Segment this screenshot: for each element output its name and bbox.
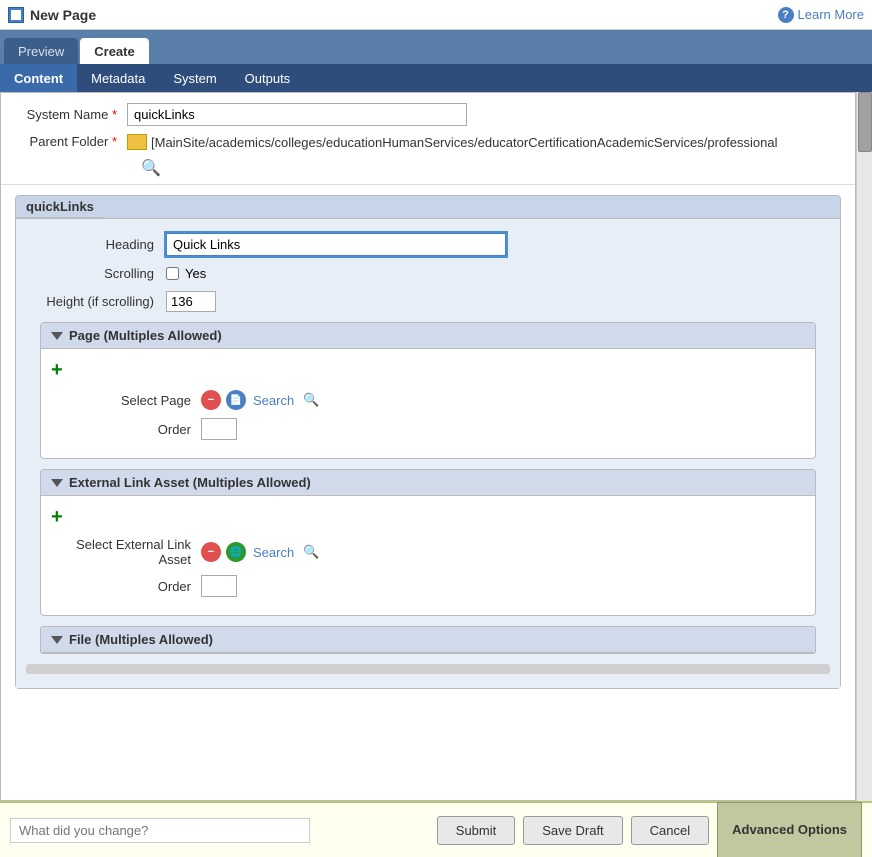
quicklinks-panel: quickLinks Heading Scrolling Yes Height … <box>15 195 841 689</box>
folder-icon <box>127 134 147 150</box>
parent-folder-row: Parent Folder * [MainSite/academics/coll… <box>17 134 839 150</box>
file-multiples-title: File (Multiples Allowed) <box>69 632 213 647</box>
parent-folder-label: Parent Folder * <box>17 134 127 149</box>
scrollbar-thumb[interactable] <box>858 92 872 152</box>
sub-tab-outputs[interactable]: Outputs <box>231 64 305 92</box>
folder-search-icon[interactable]: 🔍 <box>141 158 157 174</box>
page-search-icon[interactable]: 🔍 <box>302 391 320 409</box>
system-name-label: System Name * <box>17 107 127 122</box>
remove-page-button[interactable]: − <box>201 390 221 410</box>
heading-row: Heading <box>26 233 830 256</box>
bottom-bar: Submit Save Draft Cancel Advanced Option… <box>0 801 872 857</box>
page-multiples-title: Page (Multiples Allowed) <box>69 328 222 343</box>
tab-create[interactable]: Create <box>80 38 148 64</box>
spacer <box>1 699 855 719</box>
submit-button[interactable]: Submit <box>437 816 515 845</box>
advanced-options-button[interactable]: Advanced Options <box>717 802 862 857</box>
page-multiples-header[interactable]: Page (Multiples Allowed) <box>41 323 815 349</box>
search-page-link[interactable]: Search <box>253 393 294 408</box>
sub-tab-content[interactable]: Content <box>0 64 77 92</box>
title-bar-left: New Page <box>8 7 96 23</box>
system-name-input[interactable] <box>127 103 467 126</box>
select-page-label: Select Page <box>51 393 201 408</box>
select-external-label: Select External Link Asset <box>51 537 201 567</box>
folder-path: [MainSite/academics/colleges/educationHu… <box>151 135 777 150</box>
parent-folder-value: [MainSite/academics/colleges/educationHu… <box>127 134 777 150</box>
panel-title: quickLinks <box>16 196 104 218</box>
page-order-input[interactable] <box>201 418 237 440</box>
external-order-input[interactable] <box>201 575 237 597</box>
external-order-row: Order <box>51 575 805 597</box>
page-order-row: Order <box>51 418 805 440</box>
system-name-row: System Name * <box>17 103 839 126</box>
save-draft-button[interactable]: Save Draft <box>523 816 622 845</box>
external-link-header[interactable]: External Link Asset (Multiples Allowed) <box>41 470 815 496</box>
remove-external-button[interactable]: − <box>201 542 221 562</box>
heading-label: Heading <box>26 237 166 252</box>
scrolling-row: Scrolling Yes <box>26 266 830 281</box>
sub-tab-metadata[interactable]: Metadata <box>77 64 159 92</box>
cancel-button[interactable]: Cancel <box>631 816 709 845</box>
title-bar: New Page ? Learn More <box>0 0 872 30</box>
height-row: Height (if scrolling) <box>26 291 830 312</box>
learn-more-link[interactable]: ? Learn More <box>778 7 864 23</box>
page-multiples-body: + Select Page − 📄 Search 🔍 Order <box>41 349 815 458</box>
scrolling-label: Scrolling <box>26 266 166 281</box>
height-input[interactable] <box>166 291 216 312</box>
add-page-button[interactable]: + <box>51 359 63 382</box>
height-label: Height (if scrolling) <box>26 294 166 309</box>
page-icon <box>8 7 24 23</box>
add-external-link-button[interactable]: + <box>51 506 63 529</box>
select-external-row: Select External Link Asset − 🌐 Search 🔍 <box>51 537 805 567</box>
heading-input[interactable] <box>166 233 506 256</box>
panel-body: Heading Scrolling Yes Height (if scrolli… <box>16 219 840 688</box>
file-multiples-panel: File (Multiples Allowed) <box>40 626 816 654</box>
select-page-row: Select Page − 📄 Search 🔍 <box>51 390 805 410</box>
change-description-input[interactable] <box>10 818 310 843</box>
sub-tab-system[interactable]: System <box>159 64 230 92</box>
select-page-controls: − 📄 Search 🔍 <box>201 390 320 410</box>
scrolling-checkbox[interactable] <box>166 267 179 280</box>
required-star: * <box>112 107 117 122</box>
tab-preview[interactable]: Preview <box>4 38 78 64</box>
select-external-controls: − 🌐 Search 🔍 <box>201 542 320 562</box>
basic-form-section: System Name * Parent Folder * [MainSite/… <box>1 93 855 185</box>
external-link-title: External Link Asset (Multiples Allowed) <box>69 475 311 490</box>
external-order-label: Order <box>51 579 201 594</box>
tabs-row: Preview Create <box>0 30 872 64</box>
file-multiples-header[interactable]: File (Multiples Allowed) <box>41 627 815 653</box>
page-multiples-panel: Page (Multiples Allowed) + Select Page −… <box>40 322 816 459</box>
external-globe-icon[interactable]: 🌐 <box>226 542 246 562</box>
page-asset-icon[interactable]: 📄 <box>226 390 246 410</box>
triangle-down-icon-2 <box>51 479 63 487</box>
vertical-scrollbar[interactable] <box>856 92 872 801</box>
external-link-panel: External Link Asset (Multiples Allowed) … <box>40 469 816 616</box>
page-title: New Page <box>30 7 96 23</box>
search-external-link[interactable]: Search <box>253 545 294 560</box>
sub-tabs-row: Content Metadata System Outputs <box>0 64 872 92</box>
external-link-body: + Select External Link Asset − 🌐 Search … <box>41 496 815 615</box>
page-order-label: Order <box>51 422 201 437</box>
horizontal-scrollbar[interactable] <box>26 664 830 674</box>
triangle-down-icon-3 <box>51 636 63 644</box>
panel-title-bar: quickLinks <box>16 196 840 219</box>
main-content: System Name * Parent Folder * [MainSite/… <box>0 92 856 801</box>
help-icon: ? <box>778 7 794 23</box>
triangle-down-icon <box>51 332 63 340</box>
scrolling-checkbox-label: Yes <box>166 266 206 281</box>
external-search-icon[interactable]: 🔍 <box>302 543 320 561</box>
